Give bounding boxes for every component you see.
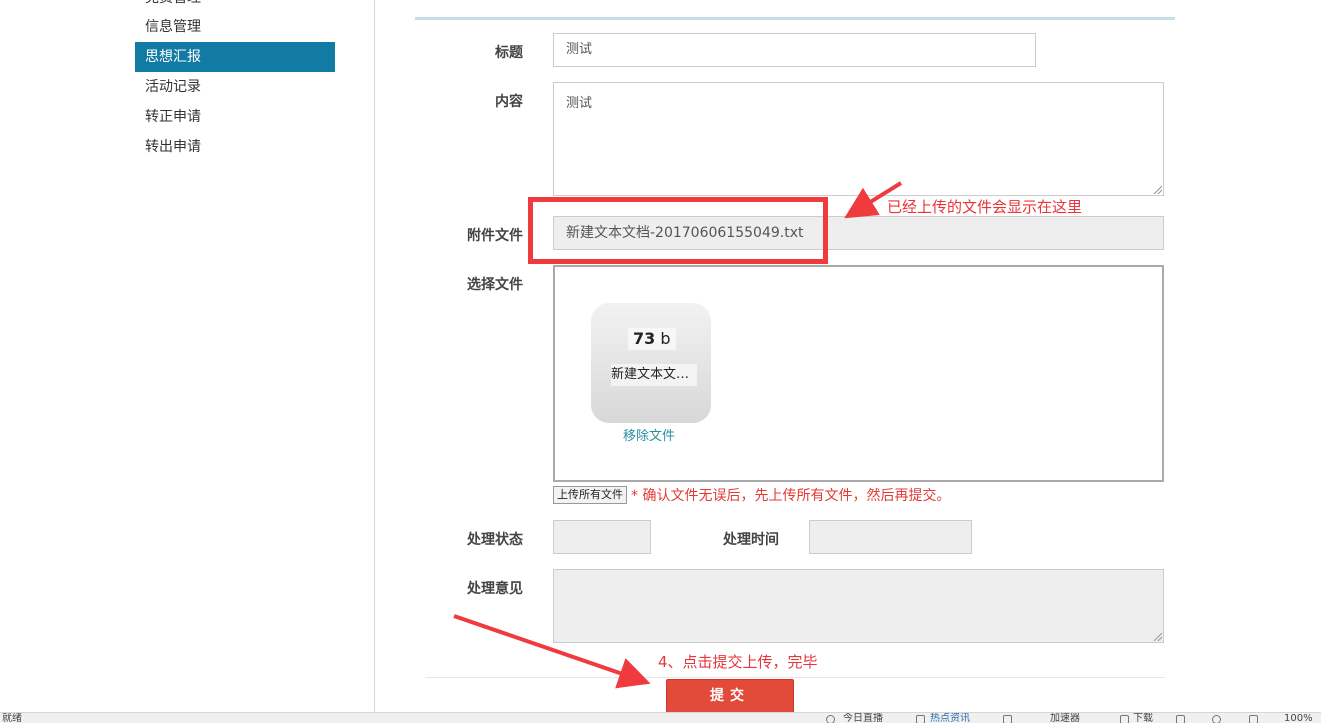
pages-icon[interactable] (1249, 715, 1258, 723)
statusbar-item-news[interactable]: 热点资讯 (930, 714, 970, 723)
arrow-to-attachment-icon (844, 181, 903, 219)
statusbar-item-accelerator[interactable]: 加速器 (1050, 714, 1080, 723)
live-icon[interactable] (826, 715, 835, 723)
accelerator-icon[interactable] (1003, 715, 1012, 723)
statusbar-ready-text: 就绪 (2, 713, 22, 723)
window-icon[interactable] (1176, 715, 1185, 723)
statusbar-item-download[interactable]: 下载 (1133, 714, 1153, 723)
annotation-arrows (453, 181, 903, 689)
browser-statusbar: 就绪 今日直播 热点资讯 加速器 下载 100% (0, 712, 1321, 723)
page: 党费管理 信息管理 思想汇报 活动记录 转正申请 转出申请 标题 测试 内容 测… (0, 0, 1321, 723)
news-icon[interactable] (916, 715, 925, 723)
browser-icon[interactable] (1212, 715, 1221, 723)
download-icon[interactable] (1120, 715, 1129, 723)
statusbar-item-live[interactable]: 今日直播 (843, 714, 883, 723)
statusbar-zoom[interactable]: 100% (1284, 714, 1313, 723)
arrow-to-submit-icon (453, 614, 651, 689)
